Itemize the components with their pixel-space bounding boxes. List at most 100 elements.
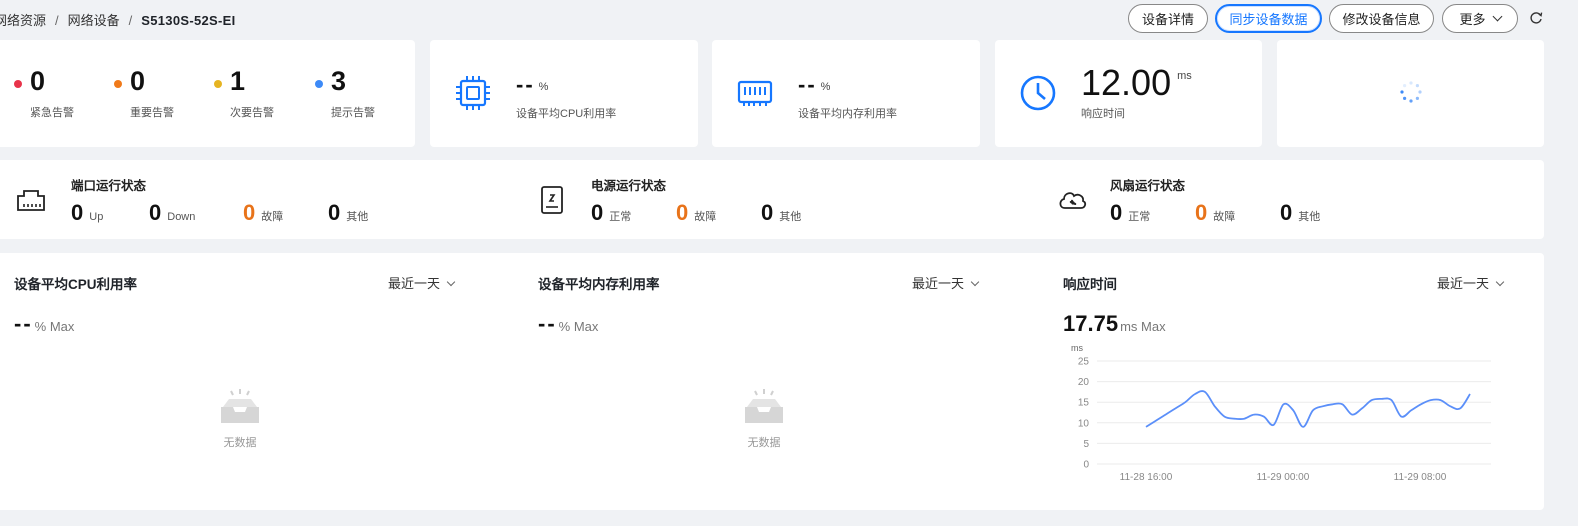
empty-box-icon [745, 389, 783, 423]
empty-box-icon [221, 389, 259, 423]
breadcrumb-item-network-resources[interactable]: 网络资源 [0, 13, 46, 28]
range-label: 最近一天 [1437, 276, 1490, 291]
port-up-stat[interactable]: 0 Up [71, 200, 103, 226]
memory-panel-title: 设备平均内存利用率 [538, 277, 660, 292]
modify-device-info-label: 修改设备信息 [1342, 12, 1421, 27]
device-details-button[interactable]: 设备详情 [1128, 4, 1208, 33]
breadcrumb-item-network-devices[interactable]: 网络设备 [68, 13, 120, 28]
power-fault-stat[interactable]: 0 故障 [676, 200, 716, 226]
fan-normal-stat[interactable]: 0 正常 [1110, 200, 1150, 226]
alarm-count: 1 [230, 66, 246, 96]
response-unit: ms [1177, 70, 1192, 82]
fan-other-stat[interactable]: 0 其他 [1280, 200, 1320, 226]
urgent-dot-icon [14, 80, 22, 88]
stat-label: 故障 [261, 211, 284, 223]
alarm-label: 重要告警 [130, 107, 174, 119]
memory-label: 设备平均内存利用率 [798, 108, 897, 120]
more-label: 更多 [1459, 12, 1486, 27]
response-time-series-line [1145, 390, 1471, 428]
stat-number: 0 [1195, 200, 1208, 225]
cpu-label: 设备平均CPU利用率 [516, 108, 617, 120]
port-ethernet-icon [17, 190, 45, 211]
y-tick-label: 0 [1083, 460, 1089, 471]
sync-device-data-button[interactable]: 同步设备数据 [1215, 4, 1322, 33]
range-label: 最近一天 [388, 276, 441, 291]
power-normal-stat[interactable]: 0 正常 [591, 200, 631, 226]
response-time-line-chart: ms 0 5 10 15 20 25 11-28 16:00 11-29 00:00 11-29 … [1071, 343, 1491, 483]
breadcrumb-separator: / [55, 13, 59, 28]
stat-number: 0 [761, 200, 774, 225]
breadcrumb-separator: / [128, 13, 133, 28]
fan-icon [1059, 192, 1087, 209]
loading-card [1277, 40, 1544, 147]
stat-number: 0 [149, 200, 162, 225]
y-tick-label: 10 [1078, 418, 1090, 429]
stat-number: 0 [243, 200, 256, 225]
port-fault-stat[interactable]: 0 故障 [243, 200, 283, 226]
cpu-unit: % [538, 81, 549, 93]
memory-empty-state: 无数据 [734, 387, 794, 450]
stat-label: 其他 [346, 211, 369, 223]
response-range-select[interactable]: 最近一天 [1437, 273, 1505, 292]
port-other-stat[interactable]: 0 其他 [328, 200, 368, 226]
fan-fault-stat[interactable]: 0 故障 [1195, 200, 1235, 226]
response-label: 响应时间 [1081, 108, 1125, 120]
cpu-range-select[interactable]: 最近一天 [388, 273, 456, 292]
memory-unit: % [820, 81, 831, 93]
power-status-title: 电源运行状态 [591, 179, 667, 193]
stat-label: 故障 [694, 211, 717, 223]
port-down-stat[interactable]: 0 Down [149, 200, 195, 226]
refresh-icon[interactable] [1529, 11, 1543, 25]
memory-range-select[interactable]: 最近一天 [912, 273, 980, 292]
alarm-label: 紧急告警 [30, 107, 74, 119]
breadcrumb-current: S5130S-52S-EI [141, 13, 236, 28]
hint-dot-icon [315, 80, 323, 88]
alarm-count: 0 [130, 66, 146, 96]
empty-label: 无数据 [747, 437, 781, 449]
clock-icon [1020, 75, 1056, 111]
cpu-metric-card: --% 设备平均CPU利用率 [430, 40, 698, 147]
max-unit: ms Max [1120, 319, 1166, 334]
modify-device-info-button[interactable]: 修改设备信息 [1329, 4, 1434, 33]
stat-label: 其他 [1298, 211, 1321, 223]
fan-status-title: 风扇运行状态 [1110, 179, 1186, 193]
response-panel-title: 响应时间 [1063, 277, 1117, 292]
loading-spinner-icon [1400, 81, 1422, 103]
y-tick-label: 5 [1083, 439, 1089, 450]
x-tick-label: 11-29 08:00 [1394, 472, 1447, 483]
empty-label: 无数据 [223, 437, 257, 449]
y-axis-unit-label: ms [1071, 343, 1083, 353]
cpu-empty-state: 无数据 [210, 387, 270, 450]
major-dot-icon [114, 80, 122, 88]
chevron-down-icon [1492, 11, 1502, 22]
max-number: -- [14, 311, 33, 336]
stat-number: 0 [328, 200, 341, 225]
alarm-label: 次要告警 [230, 107, 274, 119]
alarm-count: 0 [30, 66, 46, 96]
port-status-title: 端口运行状态 [71, 179, 147, 193]
device-details-label: 设备详情 [1141, 12, 1194, 27]
max-number: -- [538, 311, 557, 336]
stat-label: 正常 [609, 211, 632, 223]
memory-module-icon [737, 80, 773, 106]
stat-label: 其他 [779, 211, 802, 223]
response-max-value: 17.75 ms Max [1063, 311, 1166, 337]
stat-label: 正常 [1128, 211, 1151, 223]
cpu-value: --% [516, 72, 548, 98]
stat-number: 0 [1280, 200, 1293, 225]
alarm-summary-card: 0 紧急告警 0 重要告警 1 次要告警 3 提示告警 [0, 40, 415, 147]
power-other-stat[interactable]: 0 其他 [761, 200, 801, 226]
chevron-down-icon [446, 277, 456, 287]
more-dropdown-button[interactable]: 更多 [1442, 4, 1518, 33]
stat-number: 0 [676, 200, 689, 225]
y-tick-label: 20 [1078, 377, 1090, 388]
response-value: 12.00 ms [1081, 62, 1192, 104]
x-tick-label: 11-28 16:00 [1120, 472, 1173, 483]
stat-label: Down [167, 211, 196, 223]
alarm-count: 3 [331, 66, 347, 96]
y-tick-label: 25 [1078, 357, 1090, 368]
cpu-max-value: --% Max [14, 311, 74, 337]
cpu-panel-title: 设备平均CPU利用率 [14, 277, 138, 292]
sync-device-data-label: 同步设备数据 [1229, 12, 1308, 27]
stat-number: 0 [1110, 200, 1123, 225]
